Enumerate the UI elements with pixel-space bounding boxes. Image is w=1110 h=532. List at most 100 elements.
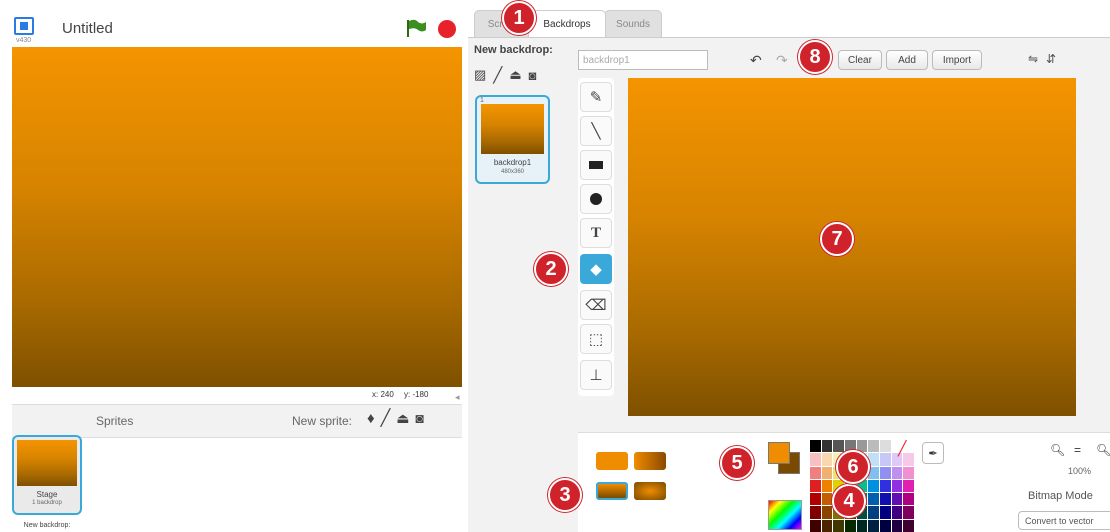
color-spectrum-picker[interactable]: [768, 500, 802, 530]
callout-5: 5: [720, 446, 754, 480]
primary-color-swatch[interactable]: [768, 442, 790, 464]
stage-canvas[interactable]: [12, 47, 462, 387]
palette-color-swatch[interactable]: [821, 493, 833, 506]
convert-to-vector-button[interactable]: Convert to vector: [1018, 511, 1110, 530]
palette-color-swatch[interactable]: [903, 493, 914, 506]
palette-color-swatch[interactable]: [810, 466, 821, 479]
palette-color-swatch[interactable]: [891, 506, 903, 519]
backdrop-item-size: 480x360: [500, 169, 525, 175]
stage-size-mode-icon[interactable]: [14, 17, 34, 35]
palette-color-swatch[interactable]: [880, 466, 891, 479]
camera-backdrop-icon[interactable]: ◙: [529, 68, 537, 83]
eraser-icon[interactable]: ⌫: [580, 290, 612, 320]
palette-color-swatch[interactable]: [903, 479, 914, 493]
stop-button[interactable]: [438, 20, 456, 38]
palette-color-swatch[interactable]: [821, 440, 833, 453]
palette-color-swatch[interactable]: [810, 440, 821, 453]
select-icon[interactable]: ⬚: [580, 324, 612, 354]
new-sprite-tools: ♦ ╱ ⏏ ◙: [367, 408, 424, 428]
backdrop-name-input[interactable]: [578, 50, 708, 70]
project-title[interactable]: Untitled: [62, 20, 113, 37]
palette-color-swatch[interactable]: [868, 440, 879, 453]
backdrop-library-icon[interactable]: ▨: [474, 67, 486, 83]
palette-color-swatch[interactable]: [868, 453, 879, 466]
palette-color-swatch[interactable]: [868, 479, 879, 493]
clear-button[interactable]: Clear: [838, 50, 882, 70]
palette-color-swatch[interactable]: [868, 493, 879, 506]
zoom-reset-icon[interactable]: =: [1074, 443, 1081, 457]
palette-color-swatch[interactable]: [880, 493, 891, 506]
palette-color-swatch[interactable]: [845, 519, 856, 532]
transparent-color-icon[interactable]: ╱: [898, 440, 906, 457]
fill-bucket-icon[interactable]: ◆: [580, 254, 612, 284]
palette-color-swatch[interactable]: [810, 493, 821, 506]
palette-color-swatch[interactable]: [821, 506, 833, 519]
zoom-in-icon[interactable]: 🔍︎: [1096, 443, 1110, 457]
callout-7: 7: [820, 222, 854, 256]
palette-color-swatch[interactable]: [880, 479, 891, 493]
palette-color-swatch[interactable]: [833, 440, 844, 453]
palette-color-swatch[interactable]: [903, 519, 914, 532]
upload-sprite-icon[interactable]: ⏏: [396, 410, 409, 427]
palette-color-swatch[interactable]: [891, 479, 903, 493]
palette-color-swatch[interactable]: [856, 519, 868, 532]
callout-3: 3: [548, 478, 582, 512]
palette-color-swatch[interactable]: [903, 466, 914, 479]
brush-icon[interactable]: ✎: [580, 82, 612, 112]
palette-color-swatch[interactable]: [880, 453, 891, 466]
palette-color-swatch[interactable]: [903, 506, 914, 519]
flip-horizontal-icon[interactable]: ⇋: [1028, 52, 1038, 66]
backdrop-item-number: 1: [480, 97, 484, 104]
stage-backdrop-count: 1 backdrop: [32, 500, 62, 506]
palette-color-swatch[interactable]: [810, 479, 821, 493]
palette-color-swatch[interactable]: [868, 506, 879, 519]
palette-color-swatch[interactable]: [833, 519, 844, 532]
choose-sprite-library-icon[interactable]: ♦: [367, 410, 375, 427]
stamp-icon[interactable]: ⊥: [580, 360, 612, 390]
rectangle-icon[interactable]: [580, 150, 612, 180]
palette-color-swatch[interactable]: [891, 519, 903, 532]
fill-radial-gradient-option[interactable]: [634, 482, 666, 500]
backdrop-item-image: [481, 104, 544, 154]
camera-sprite-icon[interactable]: ◙: [416, 410, 424, 426]
ellipse-icon[interactable]: [580, 184, 612, 214]
palette-color-swatch[interactable]: [821, 479, 833, 493]
tab-backdrops[interactable]: Backdrops: [528, 10, 606, 38]
paint-new-sprite-icon[interactable]: ╱: [381, 408, 391, 428]
tab-sounds[interactable]: Sounds: [604, 10, 662, 38]
palette-color-swatch[interactable]: [880, 506, 891, 519]
palette-color-swatch[interactable]: [880, 519, 891, 532]
callout-8: 8: [798, 40, 832, 74]
palette-color-swatch[interactable]: [810, 453, 821, 466]
palette-color-swatch[interactable]: [891, 493, 903, 506]
palette-color-swatch[interactable]: [821, 453, 833, 466]
palette-color-swatch[interactable]: [810, 506, 821, 519]
palette-color-swatch[interactable]: [891, 466, 903, 479]
import-button[interactable]: Import: [932, 50, 982, 70]
flip-vertical-icon[interactable]: ⇵: [1046, 52, 1056, 66]
text-icon[interactable]: T: [580, 218, 612, 248]
palette-color-swatch[interactable]: [810, 519, 821, 532]
palette-color-swatch[interactable]: [821, 466, 833, 479]
palette-color-swatch[interactable]: [868, 519, 879, 532]
fill-solid-option[interactable]: [596, 452, 628, 470]
version-label: v430: [16, 37, 32, 44]
collapse-handle-icon[interactable]: ◂: [455, 392, 461, 402]
palette-color-swatch[interactable]: [821, 519, 833, 532]
undo-icon[interactable]: ↶: [750, 52, 762, 69]
add-button[interactable]: Add: [886, 50, 928, 70]
paint-backdrop-icon[interactable]: ╱: [493, 66, 502, 84]
upload-backdrop-icon[interactable]: ⏏: [509, 67, 521, 83]
zoom-out-icon[interactable]: 🔍︎: [1050, 443, 1065, 457]
line-icon[interactable]: ╲: [580, 116, 612, 146]
green-flag-icon[interactable]: [404, 18, 428, 38]
new-backdrop-label: New backdrop:: [474, 44, 553, 56]
eyedropper-icon[interactable]: ✒: [922, 442, 944, 464]
mouse-x-readout: x: 240: [372, 390, 394, 399]
palette-color-swatch[interactable]: [880, 440, 891, 453]
fill-horizontal-gradient-option[interactable]: [634, 452, 666, 470]
editor-mode-label: Bitmap Mode: [1028, 490, 1093, 502]
fill-vertical-gradient-option[interactable]: [596, 482, 628, 500]
stage-thumbnail-image: [17, 440, 77, 486]
redo-icon[interactable]: ↷: [776, 52, 788, 69]
